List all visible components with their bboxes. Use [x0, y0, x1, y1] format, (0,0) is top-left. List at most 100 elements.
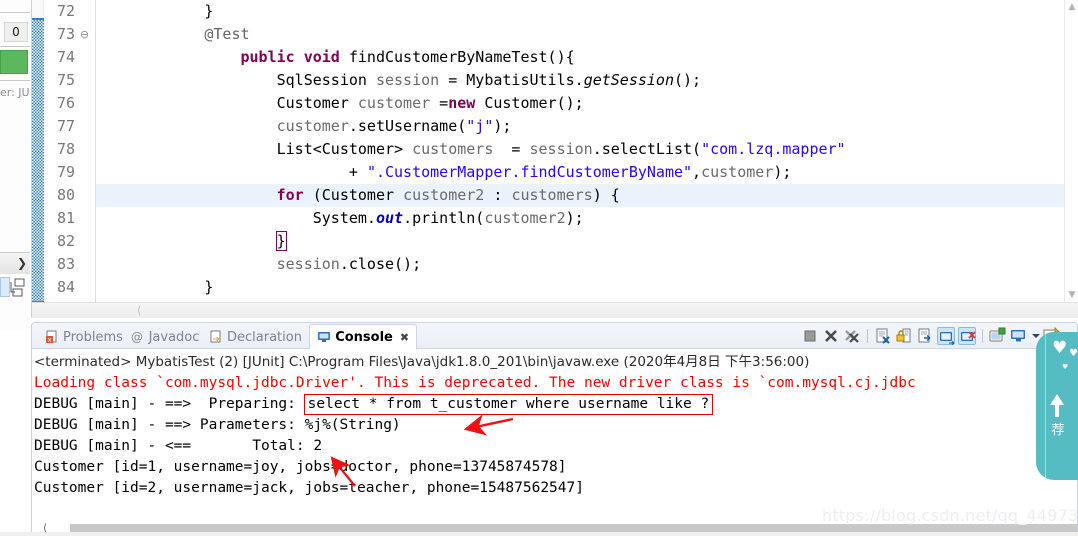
- code-token: SqlSession: [96, 71, 376, 89]
- code-line: SqlSession session = MybatisUtils.getSes…: [96, 69, 1064, 92]
- code-line: }: [96, 276, 1064, 299]
- java-code-editor[interactable]: 7273⊖747576777879808182838485 } @Test pu…: [31, 0, 1078, 318]
- line-number: 76: [56, 94, 75, 112]
- line-number: 72: [56, 2, 75, 20]
- highlighted-sql-annotation: select * from t_customer where username …: [303, 394, 714, 415]
- line-number: 79: [56, 163, 75, 181]
- code-line: public void findCustomerByNameTest(){: [96, 46, 1064, 69]
- code-token: (Customer: [303, 186, 404, 204]
- junit-runner-label: er: JU: [0, 86, 30, 99]
- junit-view-icon[interactable]: [0, 276, 30, 300]
- scroll-down-icon[interactable]: ▼: [1066, 289, 1078, 301]
- code-line: Customer customer =new Customer();: [96, 92, 1064, 115]
- editor-horizontal-scrollbar[interactable]: ⟨: [32, 302, 1078, 318]
- line-number: 74: [56, 48, 75, 66]
- floating-promo-widget[interactable]: ♥ ♥ ♥ 荐: [1036, 332, 1078, 480]
- code-token: @Test: [204, 25, 250, 43]
- editor-vertical-scrollbar[interactable]: ▲ ▼: [1064, 0, 1078, 302]
- code-line: @Test: [96, 23, 1064, 46]
- code-token: }: [96, 2, 214, 20]
- word-wrap-button[interactable]: [937, 327, 955, 346]
- scroll-lock-button[interactable]: [895, 327, 913, 345]
- code-token: public: [240, 48, 295, 66]
- code-token: session: [375, 71, 440, 89]
- code-line: }: [96, 230, 1064, 253]
- code-line: }: [96, 0, 1064, 23]
- remove-launch-button[interactable]: [822, 327, 840, 345]
- line-number: 82: [56, 232, 75, 250]
- console-line: DEBUG [main] - <== Total: 2: [34, 436, 1077, 457]
- code-token: new: [448, 94, 476, 112]
- code-line: System.out.println(customer2);: [96, 207, 1064, 230]
- code-token: System.: [96, 209, 376, 227]
- code-token: List<Customer>: [96, 140, 413, 158]
- tab-declaration[interactable]: Declaration: [202, 325, 309, 349]
- tab-label: Javadoc: [148, 329, 200, 345]
- terminate-button[interactable]: [801, 327, 819, 345]
- console-line-text: Loading class `com.mysql.jdbc.Driver'. T…: [34, 375, 916, 391]
- console-line-text: Customer [id=2, username=jack, jobs=teac…: [34, 480, 584, 496]
- tab-javadoc[interactable]: @ Javadoc: [124, 325, 207, 349]
- code-token: );: [565, 209, 584, 227]
- svg-text:x: x: [48, 336, 52, 344]
- code-token: ();: [674, 71, 702, 89]
- code-token: = MybatisUtils.: [439, 71, 584, 89]
- line-number: 75: [56, 71, 75, 89]
- code-token: ".CustomerMapper.findCustomerByName": [366, 163, 693, 181]
- console-line: <terminated> MybatisTest (2) [JUnit] C:\…: [34, 352, 1077, 373]
- view-expand-button[interactable]: ❯: [0, 252, 30, 274]
- show-console-on-output-button[interactable]: [916, 327, 934, 345]
- scroll-up-icon[interactable]: ▲: [1066, 1, 1078, 13]
- tab-label: Declaration: [227, 329, 302, 345]
- clear-console-button[interactable]: [874, 327, 892, 345]
- toolbar-separator: [982, 329, 983, 343]
- code-token: =: [493, 140, 530, 158]
- code-token: customers: [412, 140, 494, 158]
- code-token: session: [276, 255, 340, 273]
- tab-problems[interactable]: x Problems: [38, 325, 130, 349]
- eclipse-ide-window: 0 er: JU ❯ 7273⊖747576777879808182838485…: [0, 0, 1078, 536]
- javadoc-icon: @: [131, 330, 145, 344]
- console-line: DEBUG [main] - ==> Preparing: select * f…: [34, 394, 1077, 415]
- console-line-text: DEBUG [main] - ==> Preparing:: [34, 396, 305, 412]
- line-number-ruler: 7273⊖747576777879808182838485: [45, 0, 95, 318]
- code-token: );: [773, 163, 792, 181]
- junit-failure-count: 0: [4, 22, 28, 42]
- console-line-text: DEBUG [main] - <== Total: 2: [34, 438, 323, 454]
- console-line: Customer [id=1, username=joy, jobs=docto…: [34, 457, 1077, 478]
- line-number: 73: [56, 25, 75, 43]
- code-token: for: [276, 186, 304, 204]
- code-token: customer: [357, 94, 431, 112]
- window-bottom-edge: [0, 532, 1078, 536]
- heart-icon: ♥: [1052, 338, 1068, 358]
- console-output-text[interactable]: <terminated> MybatisTest (2) [JUnit] C:\…: [32, 350, 1077, 522]
- console-icon: [317, 330, 331, 344]
- display-selected-console-button[interactable]: [989, 327, 1007, 345]
- tab-console[interactable]: Console ✖: [309, 324, 418, 350]
- line-number: 78: [56, 140, 75, 158]
- fold-collapse-icon[interactable]: ⊖: [78, 23, 91, 46]
- problems-icon: x: [45, 330, 59, 344]
- open-console-button[interactable]: [1010, 327, 1028, 345]
- code-token: Customer: [96, 94, 358, 112]
- close-icon[interactable]: ✖: [400, 331, 409, 344]
- declaration-icon: [209, 330, 223, 344]
- code-token: "j": [466, 117, 494, 135]
- pin-console-button[interactable]: [958, 327, 976, 345]
- console-line-text: <terminated> MybatisTest (2) [JUnit] C:\…: [34, 354, 810, 370]
- code-text-area[interactable]: } @Test public void findCustomerByNameTe…: [96, 0, 1064, 318]
- line-number: 80: [56, 186, 75, 204]
- code-token: }: [96, 278, 214, 296]
- code-token: +: [96, 163, 367, 181]
- line-number: 77: [56, 117, 75, 135]
- svg-text:@: @: [131, 330, 143, 344]
- line-number: 81: [56, 209, 75, 227]
- code-token: ,: [692, 163, 702, 181]
- code-token: void: [303, 48, 340, 66]
- scroll-left-icon[interactable]: ⟨: [132, 303, 146, 318]
- code-line: session.close();: [96, 253, 1064, 276]
- remove-all-terminated-button[interactable]: [843, 327, 861, 345]
